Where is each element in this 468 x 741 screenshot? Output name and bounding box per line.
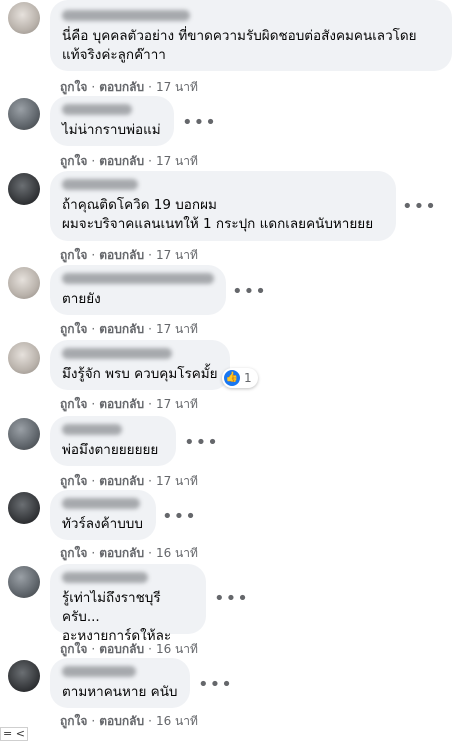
avatar[interactable] [8,342,40,374]
comment-text: นี่คือ บุคคลตัวอย่าง ที่ขาดความรับผิดชอบ… [62,28,417,63]
commenter-name[interactable] [62,179,138,190]
reply-link[interactable]: ตอบกลับ [99,322,144,336]
commenter-name[interactable] [62,273,214,284]
like-link[interactable]: ถูกใจ [60,397,87,411]
more-options-icon[interactable]: ••• [184,434,218,458]
reply-link[interactable]: ตอบกลับ [99,248,144,262]
comment-bubble: ไม่น่ากราบพ่อแม่ [50,96,174,146]
comment-bubble: รู้เท่าไม่ถึงราชบุรีครับ... อะหงายการ์ดใ… [50,564,206,644]
reply-link[interactable]: ตอบกลับ [99,714,144,728]
comment-bubble: ถ้าคุณติดโควิด 19 บอกผม ผมจะบริจาคแลนเนท… [50,171,396,241]
comment-text: ตายยัง [62,291,101,307]
timestamp[interactable]: 17 นาที [156,397,198,411]
reply-link[interactable]: ตอบกลับ [99,474,144,488]
more-options-icon[interactable]: ••• [198,676,232,700]
comment-actions: ถูกใจ · ตอบกลับ · 16 นาที [60,714,198,728]
commenter-name[interactable] [62,424,122,435]
reply-link[interactable]: ตอบกลับ [99,642,144,656]
comment-text: ไม่น่ากราบพ่อแม่ [62,122,161,138]
reply-link[interactable]: ตอบกลับ [99,154,144,168]
timestamp[interactable]: 17 นาที [156,154,198,168]
like-link[interactable]: ถูกใจ [60,322,87,336]
comment-actions: ถูกใจ · ตอบกลับ · 17 นาที [60,154,198,168]
comment-bubble: นี่คือ บุคคลตัวอย่าง ที่ขาดความรับผิดชอบ… [50,0,452,71]
commenter-name[interactable] [62,498,140,509]
like-link[interactable]: ถูกใจ [60,642,87,656]
timestamp[interactable]: 16 นาที [156,714,198,728]
like-link[interactable]: ถูกใจ [60,714,87,728]
like-link[interactable]: ถูกใจ [60,154,87,168]
comment-actions: ถูกใจ · ตอบกลับ · 17 นาที [60,80,198,94]
reply-link[interactable]: ตอบกลับ [99,80,144,94]
more-options-icon[interactable]: ••• [402,198,436,222]
timestamp[interactable]: 16 นาที [156,546,198,560]
timestamp[interactable]: 17 นาที [156,80,198,94]
comment-text: ตามหาคนหาย คนับ [62,684,178,700]
commenter-name[interactable] [62,348,172,359]
corner-tag: = < [0,727,28,741]
comment-text: ทัวร์ลงค้าบบบ [62,516,143,532]
timestamp[interactable]: 17 นาที [156,474,198,488]
comment-text: รู้เท่าไม่ถึงราชบุรีครับ... อะหงายการ์ดใ… [62,590,172,644]
more-options-icon[interactable]: ••• [232,283,266,307]
like-link[interactable]: ถูกใจ [60,248,87,262]
comment-actions: ถูกใจ · ตอบกลับ · 17 นาที [60,322,198,336]
reaction-badge[interactable]: 👍 1 [222,368,258,388]
comment-text: พ่อมึงตายยยยยย [62,442,159,458]
comment-text: ถ้าคุณติดโควิด 19 บอกผม ผมจะบริจาคแลนเนท… [62,197,374,232]
comment-text: มึงรู้จัก พรบ ควบคุมโรคมั้ย [62,366,218,382]
avatar[interactable] [8,98,40,130]
commenter-name[interactable] [62,104,132,115]
comment-actions: ถูกใจ · ตอบกลับ · 16 นาที [60,642,198,656]
avatar[interactable] [8,173,40,205]
comment-bubble: มึงรู้จัก พรบ ควบคุมโรคมั้ย [50,340,230,390]
reaction-count: 1 [244,371,252,385]
more-options-icon[interactable]: ••• [182,114,216,138]
more-options-icon[interactable]: ••• [214,590,248,614]
avatar[interactable] [8,492,40,524]
avatar[interactable] [8,2,40,34]
comment-actions: ถูกใจ · ตอบกลับ · 16 นาที [60,546,198,560]
avatar[interactable] [8,566,40,598]
commenter-name[interactable] [62,10,190,21]
avatar[interactable] [8,267,40,299]
commenter-name[interactable] [62,572,148,583]
comment-bubble: พ่อมึงตายยยยยย [50,416,176,466]
avatar[interactable] [8,418,40,450]
reply-link[interactable]: ตอบกลับ [99,397,144,411]
timestamp[interactable]: 16 นาที [156,642,198,656]
like-link[interactable]: ถูกใจ [60,546,87,560]
avatar[interactable] [8,660,40,692]
reply-link[interactable]: ตอบกลับ [99,546,144,560]
comment-bubble: ทัวร์ลงค้าบบบ [50,490,156,540]
thumbs-up-icon: 👍 [224,370,240,386]
comment-bubble: ตามหาคนหาย คนับ [50,658,190,708]
comment-bubble: ตายยัง [50,265,226,315]
like-link[interactable]: ถูกใจ [60,474,87,488]
comment-actions: ถูกใจ · ตอบกลับ · 17 นาที [60,474,198,488]
timestamp[interactable]: 17 นาที [156,248,198,262]
timestamp[interactable]: 17 นาที [156,322,198,336]
comment-actions: ถูกใจ · ตอบกลับ · 17 นาที [60,397,198,411]
more-options-icon[interactable]: ••• [162,508,196,532]
like-link[interactable]: ถูกใจ [60,80,87,94]
commenter-name[interactable] [62,666,136,677]
comment-actions: ถูกใจ · ตอบกลับ · 17 นาที [60,248,198,262]
